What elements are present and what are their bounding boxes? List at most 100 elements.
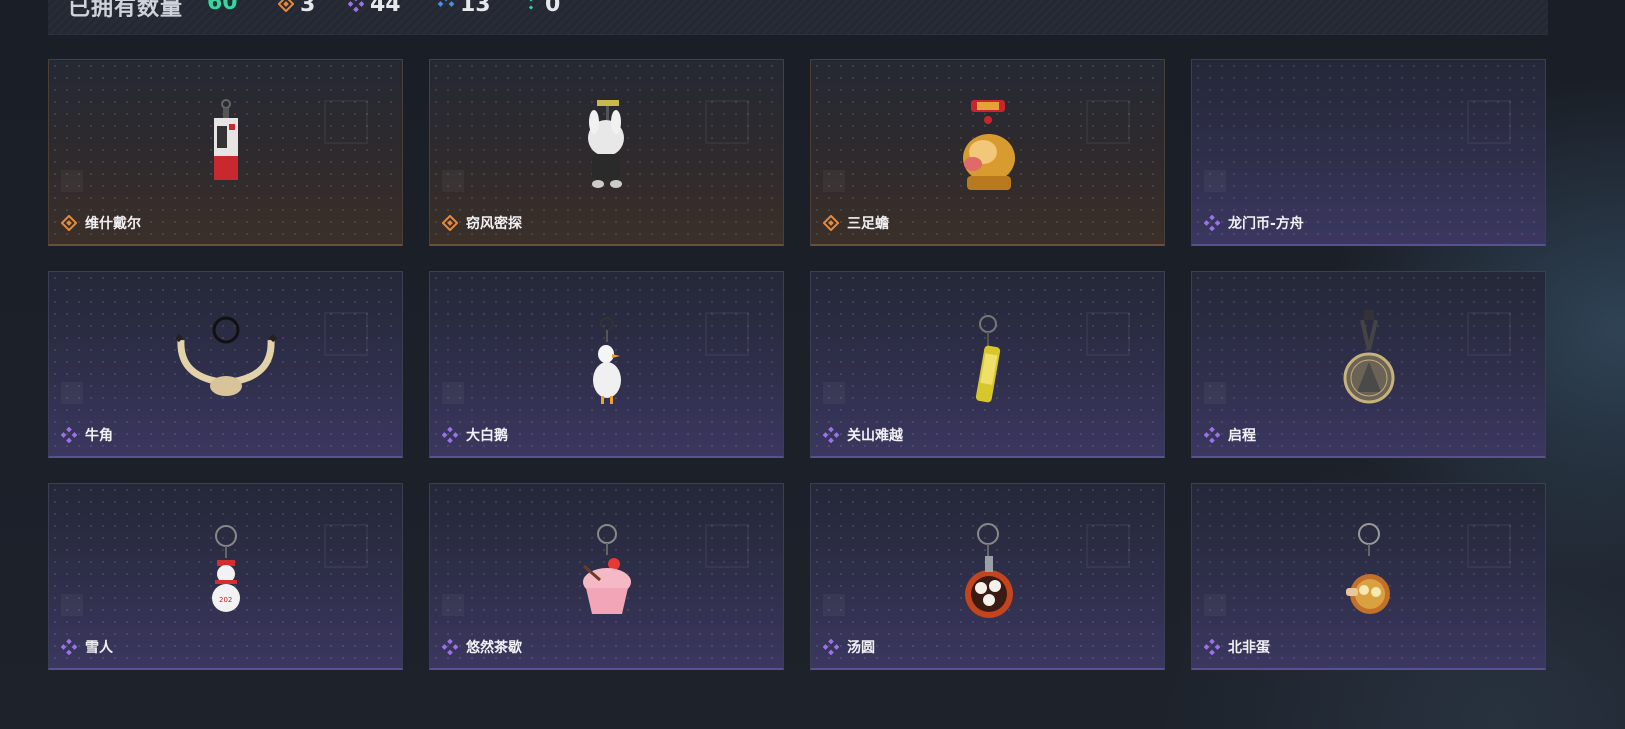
keychain-yellow-tube-charm-icon	[943, 310, 1033, 420]
keychain-card[interactable]: 悠然茶歇	[429, 483, 784, 670]
keychain-card[interactable]: 维什戴尔	[48, 59, 403, 246]
purple-rarity-icon	[823, 427, 839, 443]
card-decoration	[705, 524, 749, 568]
keychain-goose-charm-icon	[562, 310, 652, 420]
card-decoration	[324, 524, 368, 568]
svg-text:202: 202	[219, 596, 232, 604]
card-decoration	[1204, 594, 1226, 616]
keychain-card[interactable]: 龙门币-方舟	[1191, 59, 1546, 246]
purple-rarity-icon	[442, 427, 458, 443]
keychain-name: 大白鹅	[466, 428, 508, 444]
purple-rarity-icon	[1204, 427, 1220, 443]
card-decoration	[442, 594, 464, 616]
keychain-card[interactable]: 202 雪人	[48, 483, 403, 670]
keychain-white-figure-charm-icon	[562, 98, 652, 208]
keychain-shakshuka-pan-charm-icon	[1324, 522, 1414, 632]
keychain-tangyuan-bowl-charm-icon	[943, 522, 1033, 632]
purple-rarity-icon	[348, 0, 364, 12]
card-decoration	[1467, 100, 1511, 144]
card-decoration	[1467, 524, 1511, 568]
card-label: 关山难越	[823, 426, 903, 444]
card-label: 牛角	[61, 426, 113, 444]
owned-count-total: 60	[207, 0, 238, 15]
keychain-card[interactable]: 三足蟾	[810, 59, 1165, 246]
card-decoration	[1204, 382, 1226, 404]
keychain-card[interactable]: 牛角	[48, 271, 403, 458]
card-label: 悠然茶歇	[442, 638, 522, 656]
card-decoration	[1086, 312, 1130, 356]
green-count: 0	[545, 0, 561, 17]
card-decoration	[823, 382, 845, 404]
purple-count-stat: 44	[348, 0, 401, 17]
blue-count: 13	[460, 0, 491, 17]
card-decoration	[324, 312, 368, 356]
blue-rarity-icon	[438, 0, 454, 7]
keychain-name: 雪人	[85, 640, 113, 656]
card-decoration	[823, 594, 845, 616]
keychain-name: 维什戴尔	[85, 216, 141, 232]
card-label: 雪人	[61, 638, 113, 656]
owned-count-label: 已拥有数量	[68, 0, 184, 21]
keychain-coin-charm-icon	[1324, 98, 1414, 208]
card-label: 窃风密探	[442, 214, 522, 232]
orange-rarity-icon	[278, 0, 294, 12]
keychain-name: 牛角	[85, 428, 113, 444]
keychain-card[interactable]: 窃风密探	[429, 59, 784, 246]
card-decoration	[705, 312, 749, 356]
keychain-card[interactable]: 启程	[1191, 271, 1546, 458]
card-decoration	[61, 594, 83, 616]
purple-rarity-icon	[61, 427, 77, 443]
keychain-snowman-charm-icon: 202	[181, 522, 271, 632]
purple-rarity-icon	[1204, 215, 1220, 231]
purple-rarity-icon	[1204, 639, 1220, 655]
keychain-name: 悠然茶歇	[466, 640, 522, 656]
card-label: 北非蛋	[1204, 638, 1270, 656]
keychain-name: 三足蟾	[847, 216, 889, 232]
keychain-cupcake-charm-icon	[562, 522, 652, 632]
keychain-name: 龙门币-方舟	[1228, 216, 1304, 232]
card-label: 汤圆	[823, 638, 875, 656]
card-decoration	[61, 382, 83, 404]
keychain-golden-toad-charm-icon	[943, 98, 1033, 208]
purple-rarity-icon	[61, 639, 77, 655]
keychain-card[interactable]: 关山难越	[810, 271, 1165, 458]
keychain-card[interactable]: 北非蛋	[1191, 483, 1546, 670]
card-decoration	[1204, 170, 1226, 192]
purple-rarity-icon	[442, 639, 458, 655]
orange-rarity-icon	[823, 215, 839, 231]
orange-rarity-icon	[442, 215, 458, 231]
purple-count: 44	[370, 0, 401, 17]
keychain-name: 窃风密探	[466, 216, 522, 232]
keychain-name: 启程	[1228, 428, 1256, 444]
keychain-card[interactable]: 汤圆	[810, 483, 1165, 670]
keychain-name: 关山难越	[847, 428, 903, 444]
orange-count-stat: 3	[278, 0, 316, 17]
card-decoration	[823, 170, 845, 192]
keychain-name: 汤圆	[847, 640, 875, 656]
card-decoration	[1086, 524, 1130, 568]
keychain-name: 北非蛋	[1228, 640, 1270, 656]
blue-count-stat: 13	[438, 0, 491, 17]
green-count-stat: 0	[523, 0, 561, 17]
keychain-card-charm-icon	[181, 98, 271, 208]
card-decoration	[324, 100, 368, 144]
keychain-medal-charm-icon	[1324, 310, 1414, 420]
card-label: 维什戴尔	[61, 214, 141, 232]
card-label: 龙门币-方舟	[1204, 214, 1304, 232]
purple-rarity-icon	[823, 639, 839, 655]
stats-bar	[48, 0, 1548, 35]
orange-rarity-icon	[61, 215, 77, 231]
card-label: 启程	[1204, 426, 1256, 444]
card-decoration	[442, 170, 464, 192]
card-decoration	[61, 170, 83, 192]
card-decoration	[1086, 100, 1130, 144]
orange-count: 3	[300, 0, 316, 17]
card-label: 大白鹅	[442, 426, 508, 444]
keychain-card[interactable]: 大白鹅	[429, 271, 784, 458]
card-decoration	[1467, 312, 1511, 356]
keychain-horns-charm-icon	[174, 310, 277, 420]
card-decoration	[705, 100, 749, 144]
card-decoration	[442, 382, 464, 404]
card-label: 三足蟾	[823, 214, 889, 232]
green-rarity-icon	[528, 0, 534, 10]
